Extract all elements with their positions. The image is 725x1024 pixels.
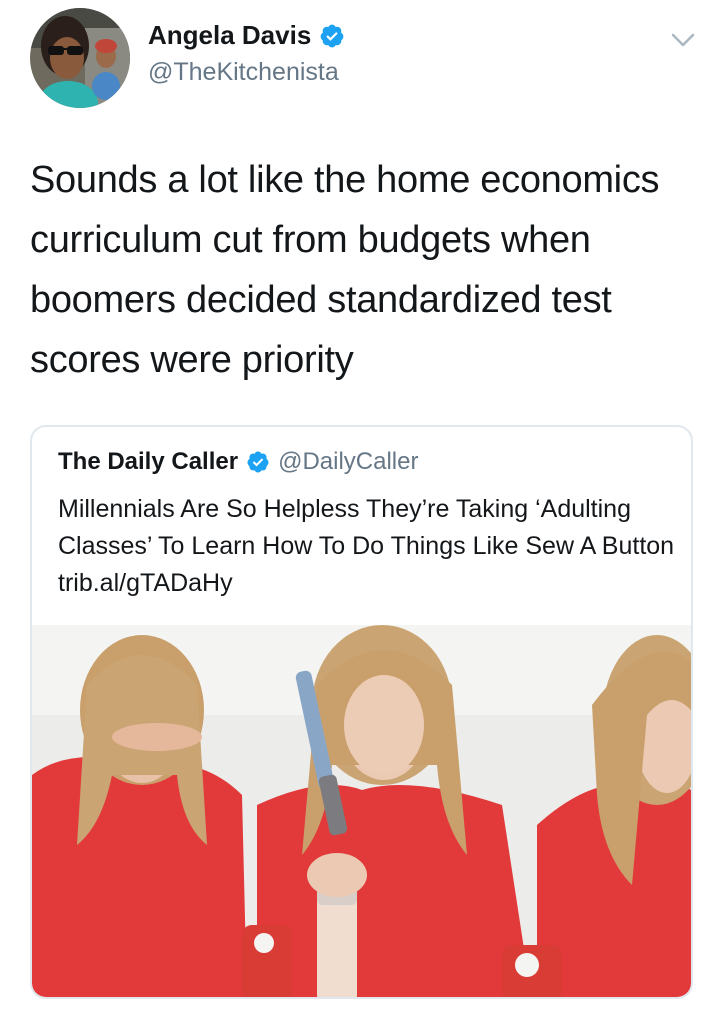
quoted-display-name[interactable]: The Daily Caller — [58, 448, 238, 476]
chevron-down-icon[interactable] — [668, 28, 698, 52]
display-name[interactable]: Angela Davis — [148, 20, 311, 51]
quoted-tweet-card[interactable]: The Daily Caller @DailyCaller Millennial… — [30, 425, 693, 999]
verified-badge-icon — [247, 451, 269, 473]
verified-badge-icon — [320, 24, 344, 47]
user-handle[interactable]: @TheKitchenista — [148, 58, 339, 87]
quoted-handle[interactable]: @DailyCaller — [278, 448, 418, 476]
quoted-tweet-text: Millennials Are So Helpless They’re Taki… — [58, 495, 675, 597]
avatar-photo — [30, 8, 130, 108]
quoted-tweet-image[interactable] — [32, 625, 693, 999]
avatar[interactable] — [30, 8, 130, 108]
tweet-text: Sounds a lot like the home economics cur… — [30, 159, 660, 381]
